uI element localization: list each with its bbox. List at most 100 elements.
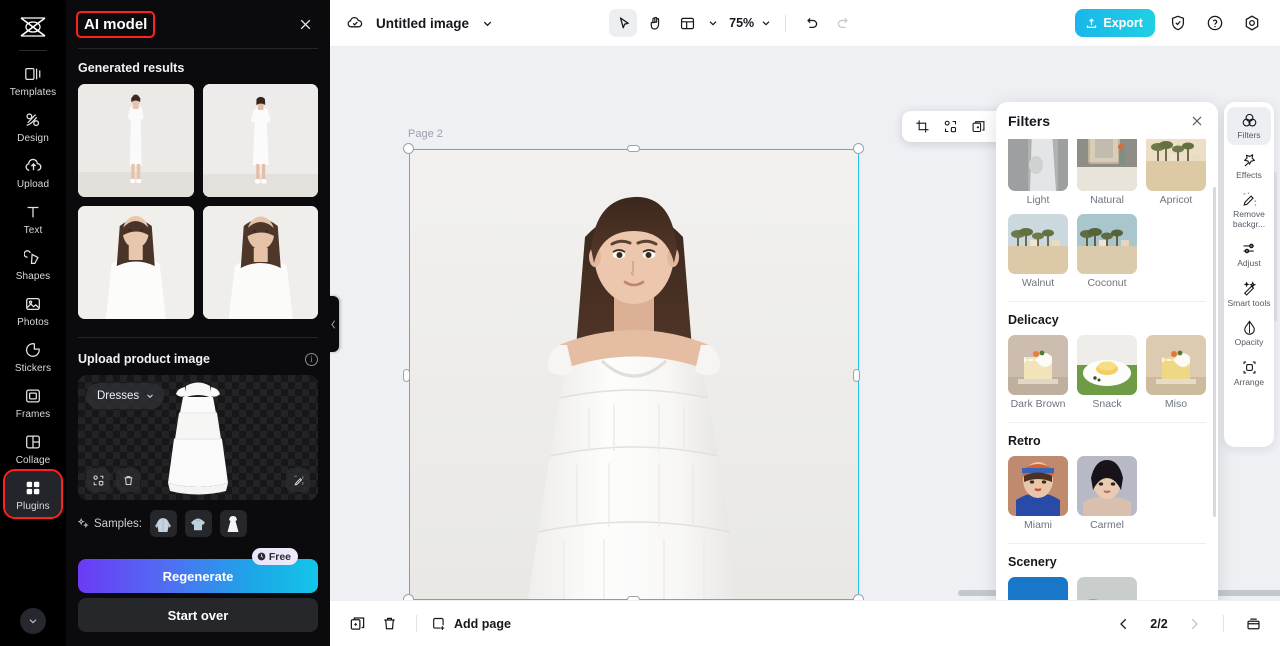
sidebar-item-photos[interactable]: Photos — [5, 287, 61, 333]
rail-divider — [19, 50, 47, 51]
filter-item[interactable]: Carmel — [1077, 456, 1137, 531]
filter-item[interactable]: Light — [1008, 139, 1068, 206]
top-right-actions: Export — [1075, 9, 1266, 37]
select-tool[interactable] — [609, 9, 638, 37]
delete-page-icon[interactable] — [376, 611, 402, 637]
filter-item[interactable]: Miso — [1146, 335, 1206, 410]
sidebar-item-upload[interactable]: Upload — [5, 149, 61, 195]
tool-effects[interactable]: Effects — [1227, 147, 1271, 185]
chevron-down-icon[interactable] — [758, 15, 774, 31]
filters-panel-body[interactable]: Light Natural Apricot Walnut Coconut Del… — [996, 139, 1218, 600]
chevron-down-icon[interactable] — [705, 15, 721, 31]
shield-icon[interactable] — [1164, 9, 1192, 37]
cloud-saved-icon[interactable] — [344, 12, 366, 34]
filter-group-row-2: Walnut Coconut — [1008, 214, 1206, 289]
help-circle-icon[interactable] — [1201, 9, 1229, 37]
tool-opacity[interactable]: Opacity — [1227, 314, 1271, 352]
ai-model-panel: AI model Generated results Upload produc… — [66, 0, 339, 646]
close-icon[interactable] — [1188, 112, 1206, 130]
next-page-button[interactable] — [1181, 611, 1207, 637]
filter-item[interactable] — [1077, 577, 1137, 600]
sample-dress[interactable] — [219, 510, 247, 537]
close-icon[interactable] — [294, 13, 316, 35]
filter-item[interactable]: Coconut — [1077, 214, 1137, 289]
filters-panel-title: Filters — [1008, 112, 1051, 129]
pages-panel-icon[interactable] — [1240, 611, 1266, 637]
tool-smart-tools[interactable]: Smart tools — [1227, 275, 1271, 313]
sample-shirt[interactable] — [184, 510, 212, 537]
export-label: Export — [1103, 16, 1143, 30]
filter-section-title: Delicacy — [1008, 313, 1059, 327]
export-button[interactable]: Export — [1075, 9, 1155, 37]
upload-product-image-box[interactable]: Dresses — [78, 375, 318, 500]
resize-handle-bl[interactable] — [403, 594, 414, 600]
replace-icon[interactable] — [937, 114, 963, 139]
result-thumbnail[interactable] — [78, 206, 194, 319]
resize-handle-bottom[interactable] — [627, 596, 640, 600]
sidebar-label: Photos — [17, 317, 49, 328]
sidebar-item-stickers[interactable]: Stickers — [5, 333, 61, 379]
artboard[interactable] — [409, 149, 859, 600]
sidebar-item-templates[interactable]: Templates — [5, 57, 61, 103]
hand-tool[interactable] — [641, 9, 669, 37]
add-page-button[interactable]: Add page — [431, 616, 511, 632]
collapse-panel-handle[interactable] — [328, 296, 339, 352]
filter-item[interactable]: Natural — [1077, 139, 1137, 206]
adjust-sliders-icon — [1241, 240, 1258, 257]
chevron-down-icon[interactable] — [20, 608, 46, 634]
resize-handle-right[interactable] — [853, 369, 860, 382]
filter-item[interactable]: Apricot — [1146, 139, 1206, 206]
sidebar-item-text[interactable]: Text — [5, 195, 61, 241]
layout-tool[interactable] — [673, 9, 701, 37]
filter-item[interactable]: Walnut — [1008, 214, 1068, 289]
chevron-down-icon[interactable] — [479, 15, 495, 31]
sidebar-label: Text — [23, 225, 43, 236]
sidebar-item-plugins[interactable]: Plugins — [3, 469, 63, 519]
filter-item[interactable]: Dark Brown — [1008, 335, 1068, 410]
tool-remove-background[interactable]: Remove backgr... — [1227, 186, 1271, 233]
sample-jacket[interactable] — [149, 510, 177, 537]
start-over-button[interactable]: Start over — [78, 598, 318, 632]
tool-adjust[interactable]: Adjust — [1227, 235, 1271, 273]
sidebar-item-shapes[interactable]: Shapes — [5, 241, 61, 287]
redo-button[interactable] — [829, 9, 857, 37]
filters-icon — [1241, 112, 1258, 129]
resize-handle-br[interactable] — [853, 594, 864, 600]
tool-label: Smart tools — [1227, 297, 1271, 308]
upload-section-header: Upload product image i — [78, 352, 318, 366]
settings-gear-icon[interactable] — [1238, 9, 1266, 37]
result-thumbnail[interactable] — [78, 84, 194, 197]
resize-handle-top[interactable] — [627, 145, 640, 152]
resize-handle-tl[interactable] — [403, 143, 414, 154]
resize-handle-left[interactable] — [403, 369, 410, 382]
undo-button[interactable] — [797, 9, 825, 37]
left-icon-rail: Templates Design Upload Text Shapes Phot… — [0, 0, 66, 646]
clock-icon — [257, 552, 266, 561]
filters-panel-scrollbar[interactable] — [1213, 187, 1216, 517]
result-thumbnail[interactable] — [202, 84, 318, 197]
filter-item[interactable]: Miami — [1008, 456, 1068, 531]
prev-page-button[interactable] — [1111, 611, 1137, 637]
sidebar-item-frames[interactable]: Frames — [5, 379, 61, 425]
zoom-level[interactable]: 75% — [729, 16, 754, 30]
tool-filters[interactable]: Filters — [1227, 107, 1271, 145]
replace-icon[interactable] — [86, 468, 110, 492]
result-thumbnail[interactable] — [202, 206, 318, 319]
canvas-area[interactable]: Page 2 Filters Light Natural Apricot Wal… — [330, 47, 1280, 600]
duplicate-icon[interactable] — [965, 114, 991, 139]
filter-item[interactable] — [1008, 577, 1068, 600]
document-title[interactable]: Untitled image — [376, 16, 469, 31]
tool-arrange[interactable]: Arrange — [1227, 354, 1271, 392]
filter-item[interactable]: Snack — [1077, 335, 1137, 410]
duplicate-page-icon[interactable] — [344, 611, 370, 637]
info-icon[interactable]: i — [305, 352, 318, 366]
product-category-select[interactable]: Dresses — [86, 383, 165, 409]
capcut-logo-icon[interactable] — [13, 10, 53, 44]
resize-handle-tr[interactable] — [853, 143, 864, 154]
sidebar-item-design[interactable]: Design — [5, 103, 61, 149]
trash-icon[interactable] — [116, 468, 140, 492]
tools-rail-scrollbar[interactable] — [1274, 172, 1277, 322]
crop-icon[interactable] — [909, 114, 935, 139]
magic-edit-icon[interactable] — [286, 468, 310, 492]
sidebar-item-collage[interactable]: Collage — [5, 425, 61, 471]
